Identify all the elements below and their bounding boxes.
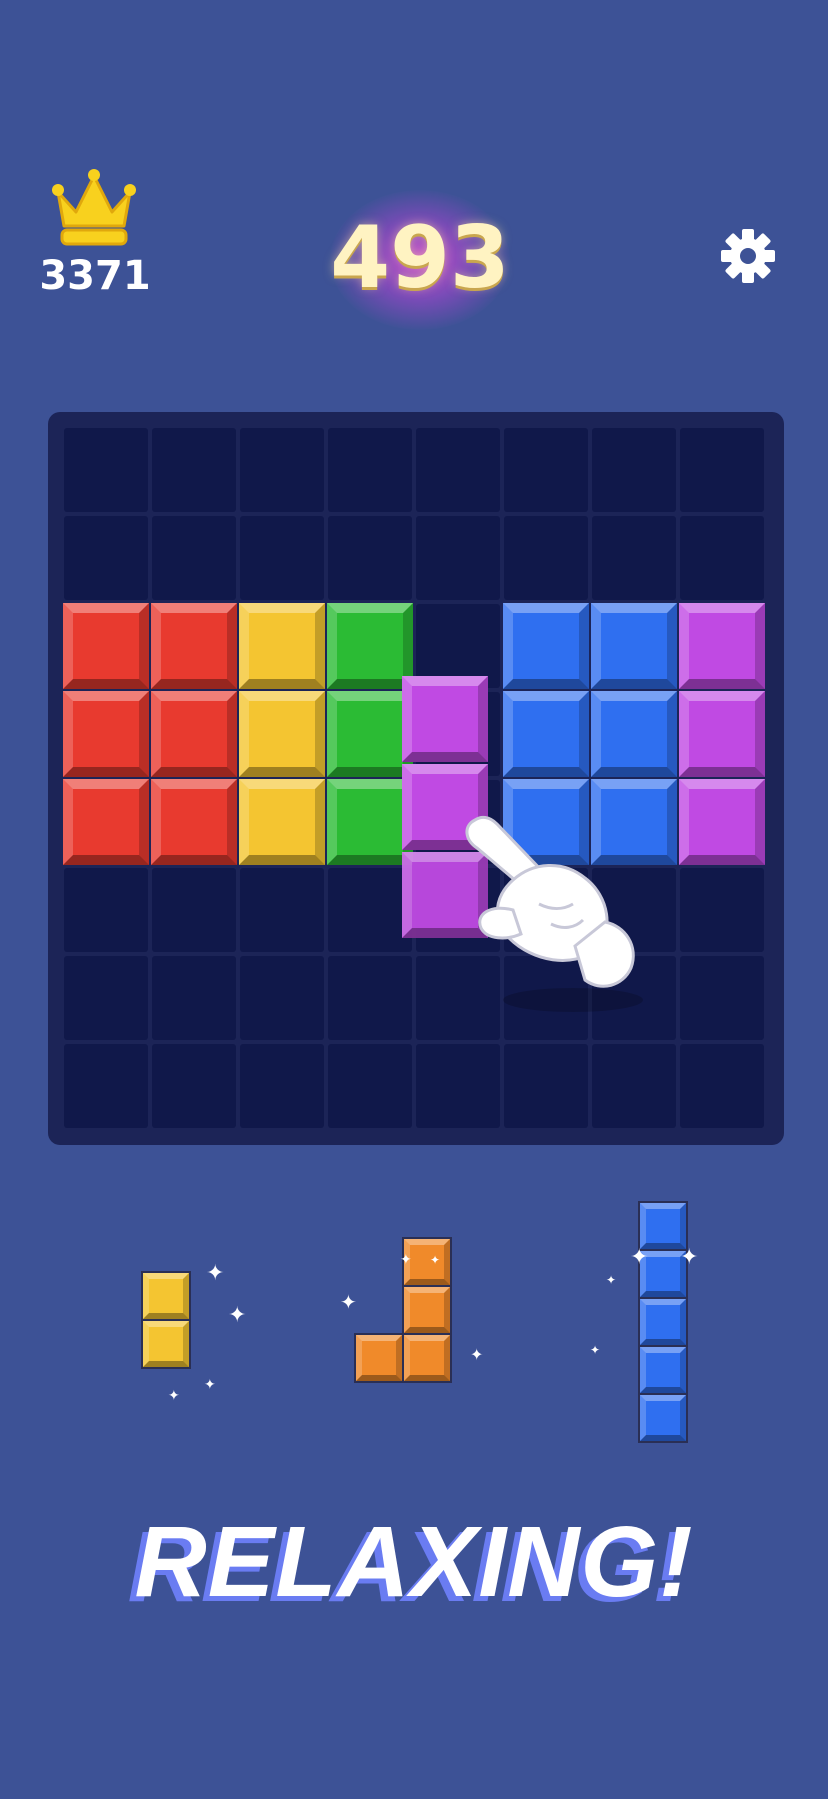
- block-purple: [679, 779, 765, 865]
- sparkle-icon: ✦: [680, 1245, 699, 1270]
- board-cell[interactable]: [680, 868, 764, 952]
- board-cell[interactable]: [328, 1044, 412, 1128]
- board-cell[interactable]: [152, 956, 236, 1040]
- board-cell[interactable]: [64, 1044, 148, 1128]
- board-cell[interactable]: [680, 428, 764, 512]
- block-red: [151, 779, 237, 865]
- gear-icon[interactable]: [718, 226, 778, 286]
- board-cell[interactable]: [240, 516, 324, 600]
- board-cell[interactable]: [328, 428, 412, 512]
- board-cell[interactable]: [592, 428, 676, 512]
- sparkle-icon: ✦: [204, 1377, 216, 1393]
- board-cell[interactable]: [680, 956, 764, 1040]
- tray-block: [638, 1297, 688, 1347]
- block-red: [151, 691, 237, 777]
- board-cell[interactable]: [152, 516, 236, 600]
- sparkle-icon: ✦: [206, 1261, 225, 1286]
- board-cell[interactable]: [152, 428, 236, 512]
- board-cell[interactable]: [504, 1044, 588, 1128]
- sparkle-icon: ✦: [168, 1388, 180, 1404]
- board-cell[interactable]: [416, 516, 500, 600]
- block-red: [151, 603, 237, 689]
- dragging-piece-block[interactable]: [402, 676, 488, 762]
- pointing-hand-icon: [465, 815, 643, 1012]
- block-red: [63, 691, 149, 777]
- board-cell[interactable]: [504, 428, 588, 512]
- tray-block: [638, 1201, 688, 1251]
- block-red: [63, 779, 149, 865]
- board-cell[interactable]: [416, 1044, 500, 1128]
- block-purple: [679, 603, 765, 689]
- board-cell[interactable]: [152, 1044, 236, 1128]
- block-yellow: [239, 779, 325, 865]
- crown-icon: [52, 169, 136, 246]
- block-yellow: [239, 603, 325, 689]
- sparkle-icon: ✦: [590, 1343, 601, 1357]
- sparkle-icon: ✦: [400, 1252, 412, 1268]
- block-blue: [591, 691, 677, 777]
- board-cell[interactable]: [328, 868, 412, 952]
- board-cell[interactable]: [328, 516, 412, 600]
- tray-block: [638, 1345, 688, 1395]
- board-cell[interactable]: [240, 956, 324, 1040]
- board-cell[interactable]: [240, 1044, 324, 1128]
- sparkle-icon: ✦: [430, 1253, 441, 1267]
- board-cell[interactable]: [680, 1044, 764, 1128]
- tray-block: [638, 1393, 688, 1443]
- tray-block: [141, 1271, 191, 1321]
- board-cell[interactable]: [64, 868, 148, 952]
- board-cell[interactable]: [240, 428, 324, 512]
- block-green: [327, 779, 413, 865]
- board-cell[interactable]: [328, 956, 412, 1040]
- board-cell[interactable]: [152, 868, 236, 952]
- sparkle-icon: ✦: [470, 1345, 484, 1364]
- block-red: [63, 603, 149, 689]
- board-cell[interactable]: [64, 428, 148, 512]
- slogan-text: RELAXING!: [134, 1506, 694, 1618]
- sparkle-icon: ✦: [228, 1303, 247, 1328]
- block-green: [327, 691, 413, 777]
- sparkle-icon: ✦: [340, 1290, 357, 1314]
- game-screen: 3371 493 RELAXING! ✦ ✦ ✦ ✦ ✦ ✦ ✦ ✦ ✦ ✦ ✦…: [0, 0, 828, 1799]
- board-cell[interactable]: [504, 516, 588, 600]
- current-score: 493: [330, 208, 510, 308]
- board-cell[interactable]: [680, 516, 764, 600]
- block-green: [327, 603, 413, 689]
- tray-block: [354, 1333, 404, 1383]
- block-blue: [503, 603, 589, 689]
- block-blue: [503, 691, 589, 777]
- board-cell[interactable]: [592, 516, 676, 600]
- board-cell[interactable]: [240, 868, 324, 952]
- board-cell[interactable]: [592, 1044, 676, 1128]
- block-yellow: [239, 691, 325, 777]
- best-score: 3371: [39, 253, 151, 299]
- tray-block: [402, 1285, 452, 1335]
- sparkle-icon: ✦: [630, 1245, 649, 1270]
- sparkle-icon: ✦: [606, 1273, 617, 1287]
- tray-block: [141, 1319, 191, 1369]
- block-purple: [679, 691, 765, 777]
- block-blue: [591, 603, 677, 689]
- board-cell[interactable]: [416, 428, 500, 512]
- tray-block: [402, 1333, 452, 1383]
- board-cell[interactable]: [64, 956, 148, 1040]
- board-cell[interactable]: [64, 516, 148, 600]
